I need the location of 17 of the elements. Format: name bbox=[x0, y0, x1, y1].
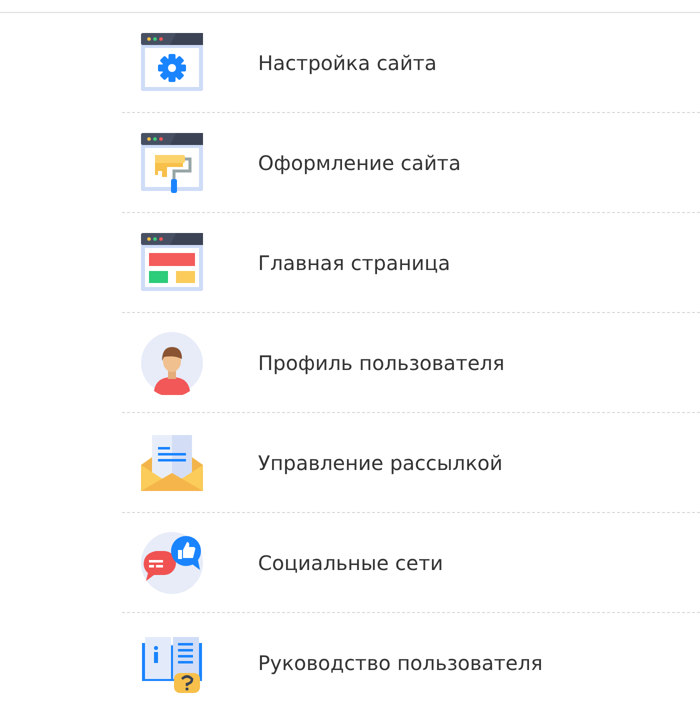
menu-item[interactable]: Профиль пользователя bbox=[122, 313, 700, 413]
browser-paint-roller-icon bbox=[140, 130, 204, 194]
menu-label: Настройка сайта bbox=[258, 50, 437, 74]
user-avatar-icon bbox=[140, 330, 204, 394]
menu-label: Руководство пользователя bbox=[258, 651, 543, 675]
menu-label: Социальные сети bbox=[258, 550, 444, 574]
menu-item[interactable]: Оформление сайта bbox=[122, 113, 700, 213]
menu-item[interactable]: Социальные сети bbox=[122, 513, 700, 613]
menu-item[interactable]: Главная страница bbox=[122, 213, 700, 313]
menu-label: Управление рассылкой bbox=[258, 450, 503, 474]
chat-bubbles-icon bbox=[140, 530, 204, 594]
menu-item[interactable]: Руководство пользователя bbox=[122, 613, 700, 708]
menu-label: Оформление сайта bbox=[258, 150, 461, 174]
menu-label: Профиль пользователя bbox=[258, 350, 505, 374]
menu-item[interactable]: Настройка сайта bbox=[122, 13, 700, 113]
menu-item[interactable]: Управление рассылкой bbox=[122, 413, 700, 513]
menu-label: Главная страница bbox=[258, 250, 450, 274]
